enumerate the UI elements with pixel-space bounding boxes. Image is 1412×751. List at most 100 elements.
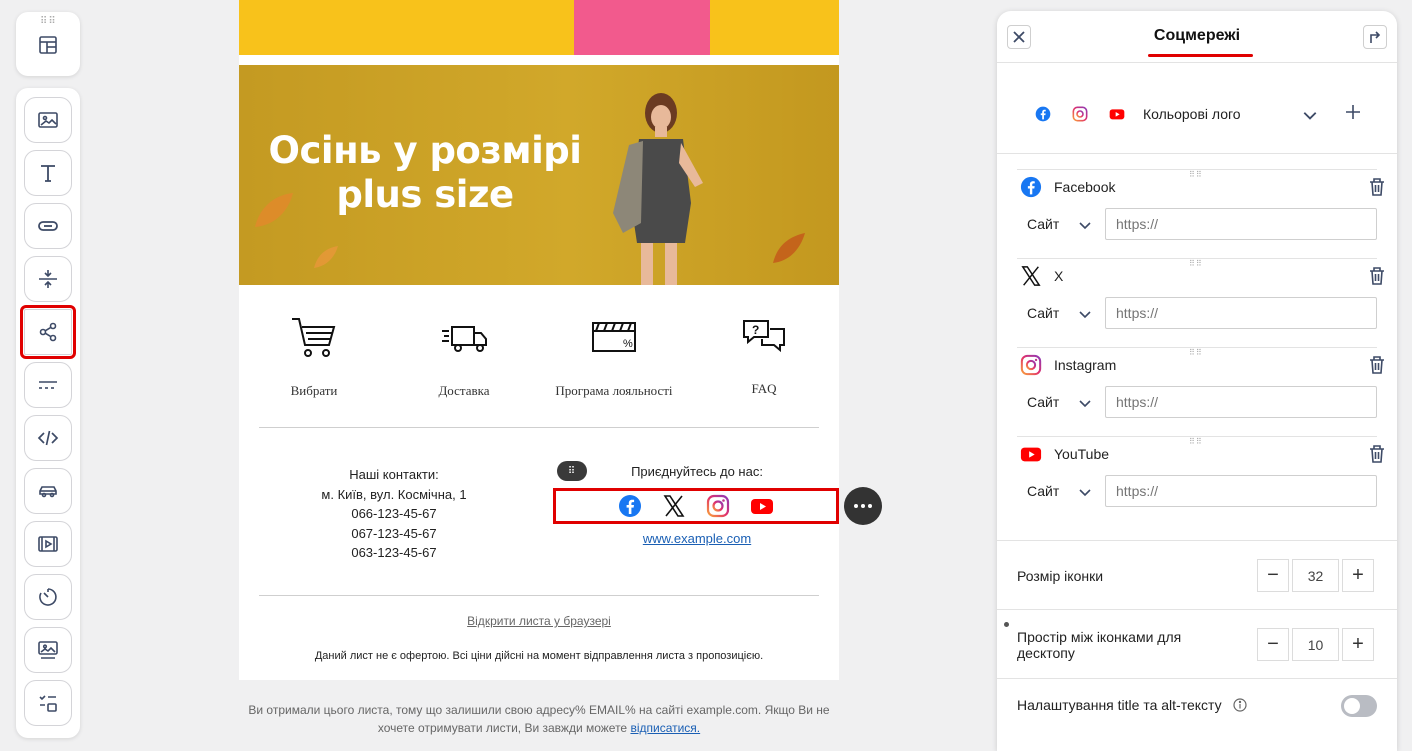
url-input[interactable] bbox=[1105, 475, 1377, 507]
checklist-block-button[interactable] bbox=[24, 680, 72, 726]
icon-spacing-label-line: десктопу bbox=[1017, 645, 1075, 661]
active-tab-indicator bbox=[1148, 54, 1253, 57]
select-parent-button[interactable] bbox=[1363, 25, 1387, 49]
url-input[interactable] bbox=[1105, 386, 1377, 418]
button-block-button[interactable] bbox=[24, 203, 72, 249]
chevron-down-icon[interactable] bbox=[1302, 107, 1318, 123]
close-icon bbox=[1013, 31, 1025, 43]
top-image-block[interactable] bbox=[239, 0, 839, 55]
feature-label: Вибрати bbox=[290, 383, 338, 398]
hero-banner[interactable]: Осінь у розмірі plus size bbox=[239, 65, 839, 285]
alt-text-label: Налаштування title та alt-тексту bbox=[1017, 697, 1222, 713]
banner-title-line: Осінь у розмірі bbox=[268, 129, 582, 172]
dot bbox=[854, 504, 858, 508]
decrement-button[interactable]: − bbox=[1257, 559, 1289, 592]
timer-icon bbox=[39, 588, 57, 606]
x-icon[interactable] bbox=[662, 494, 686, 518]
banner-block-button[interactable] bbox=[24, 627, 72, 673]
drag-handle-icon[interactable]: ⠿⠿ bbox=[40, 16, 57, 27]
decrement-button[interactable]: − bbox=[1257, 628, 1289, 661]
url-input[interactable] bbox=[1105, 208, 1377, 240]
chevron-down-icon[interactable] bbox=[1078, 218, 1092, 232]
trash-icon[interactable] bbox=[1368, 444, 1386, 464]
text-icon bbox=[41, 165, 55, 182]
facebook-icon[interactable] bbox=[618, 494, 642, 518]
close-button[interactable] bbox=[1007, 25, 1031, 49]
toggle-knob bbox=[1344, 698, 1360, 714]
link-type-select[interactable]: Сайт bbox=[1027, 483, 1059, 499]
instagram-icon[interactable] bbox=[706, 494, 730, 518]
video-block-button[interactable] bbox=[24, 521, 72, 567]
add-network-icon[interactable] bbox=[1345, 104, 1361, 120]
trash-icon[interactable] bbox=[1368, 355, 1386, 375]
network-item-instagram: Instagram ⠿⠿ Сайт bbox=[1017, 347, 1384, 436]
increment-button[interactable]: + bbox=[1342, 628, 1374, 661]
feature-item[interactable]: Доставка bbox=[389, 315, 539, 399]
loyalty-card-icon: % bbox=[592, 322, 636, 352]
link-type-select[interactable]: Сайт bbox=[1027, 305, 1059, 321]
timer-block-button[interactable] bbox=[24, 574, 72, 620]
contacts-title: Наші контакти: bbox=[349, 467, 439, 482]
increment-button[interactable]: + bbox=[1342, 559, 1374, 592]
social-block-button[interactable] bbox=[20, 305, 76, 359]
dot bbox=[868, 504, 872, 508]
product-block-button[interactable] bbox=[24, 468, 72, 514]
block-drag-handle[interactable]: ⠿ bbox=[557, 461, 587, 481]
trash-icon[interactable] bbox=[1368, 266, 1386, 286]
chevron-down-icon[interactable] bbox=[1078, 307, 1092, 321]
icon-spacing-stepper: − 10 + bbox=[1257, 628, 1374, 661]
icon-style-selector[interactable]: Кольорові лого bbox=[997, 63, 1397, 154]
divider bbox=[259, 427, 819, 428]
trash-icon[interactable] bbox=[1368, 177, 1386, 197]
network-name: YouTube bbox=[1054, 446, 1110, 462]
alt-text-toggle[interactable] bbox=[1341, 695, 1377, 717]
url-input[interactable] bbox=[1105, 297, 1377, 329]
network-item-youtube: YouTube ⠿⠿ Сайт bbox=[1017, 436, 1384, 525]
youtube-icon[interactable] bbox=[750, 494, 774, 518]
html-block-button[interactable] bbox=[24, 415, 72, 461]
blocks-toolbar bbox=[16, 88, 80, 738]
unsubscribe-link[interactable]: відписатися. bbox=[630, 721, 700, 735]
link-type-select[interactable]: Сайт bbox=[1027, 216, 1059, 232]
car-icon bbox=[39, 486, 57, 498]
feature-item[interactable]: % Програма лояльності bbox=[539, 315, 689, 399]
facebook-icon bbox=[1020, 176, 1042, 198]
panel-title: Соцмережі bbox=[1153, 27, 1241, 44]
icon-spacing-value[interactable]: 10 bbox=[1292, 628, 1339, 661]
x-icon bbox=[1021, 266, 1041, 286]
contacts-block[interactable]: Наші контакти: м. Київ, вул. Космічна, 1… bbox=[279, 465, 509, 563]
site-link[interactable]: www.example.com bbox=[557, 531, 837, 546]
alt-text-setting: Налаштування title та alt-тексту bbox=[997, 678, 1397, 738]
chevron-down-icon[interactable] bbox=[1078, 396, 1092, 410]
disclaimer-text: Даний лист не є офертою. Всі ціни дійсні… bbox=[314, 650, 764, 662]
svg-text:?: ? bbox=[752, 323, 759, 337]
drag-handle-icon[interactable]: ⠿⠿ bbox=[1189, 349, 1203, 357]
truck-icon bbox=[442, 326, 487, 352]
link-type-select[interactable]: Сайт bbox=[1027, 394, 1059, 410]
open-in-browser-link[interactable]: Відкрити листа у браузері bbox=[239, 614, 839, 628]
icon-size-value[interactable]: 32 bbox=[1292, 559, 1339, 592]
footer-note: Ви отримали цього листа, тому що залишил… bbox=[239, 701, 839, 737]
spacer-block-button[interactable] bbox=[24, 256, 72, 302]
chevron-down-icon[interactable] bbox=[1078, 485, 1092, 499]
contacts-phone: 067-123-45-67 bbox=[351, 525, 437, 541]
divider-block-button[interactable] bbox=[24, 362, 72, 408]
drag-handle-icon[interactable]: ⠿⠿ bbox=[1189, 438, 1203, 446]
divider-icon bbox=[39, 381, 57, 389]
block-more-button[interactable] bbox=[844, 487, 882, 525]
feature-item[interactable]: ? FAQ bbox=[689, 315, 839, 397]
network-item-x: X ⠿⠿ Сайт bbox=[1017, 258, 1384, 347]
banner-title: Осінь у розмірі plus size bbox=[265, 129, 585, 217]
text-block-button[interactable] bbox=[24, 150, 72, 196]
feature-item[interactable]: Вибрати bbox=[239, 315, 389, 399]
share-icon bbox=[39, 322, 57, 342]
feature-label: FAQ bbox=[751, 381, 777, 396]
drag-handle-icon[interactable]: ⠿⠿ bbox=[1189, 171, 1203, 179]
social-icons-block[interactable] bbox=[553, 488, 839, 524]
drag-handle-icon[interactable]: ⠿⠿ bbox=[1189, 260, 1203, 268]
contacts-phone: 066-123-45-67 bbox=[351, 506, 437, 521]
top-image-accent bbox=[574, 0, 710, 55]
layout-icon[interactable] bbox=[37, 34, 59, 56]
image-block-button[interactable] bbox=[24, 97, 72, 143]
info-icon[interactable] bbox=[1233, 698, 1247, 712]
